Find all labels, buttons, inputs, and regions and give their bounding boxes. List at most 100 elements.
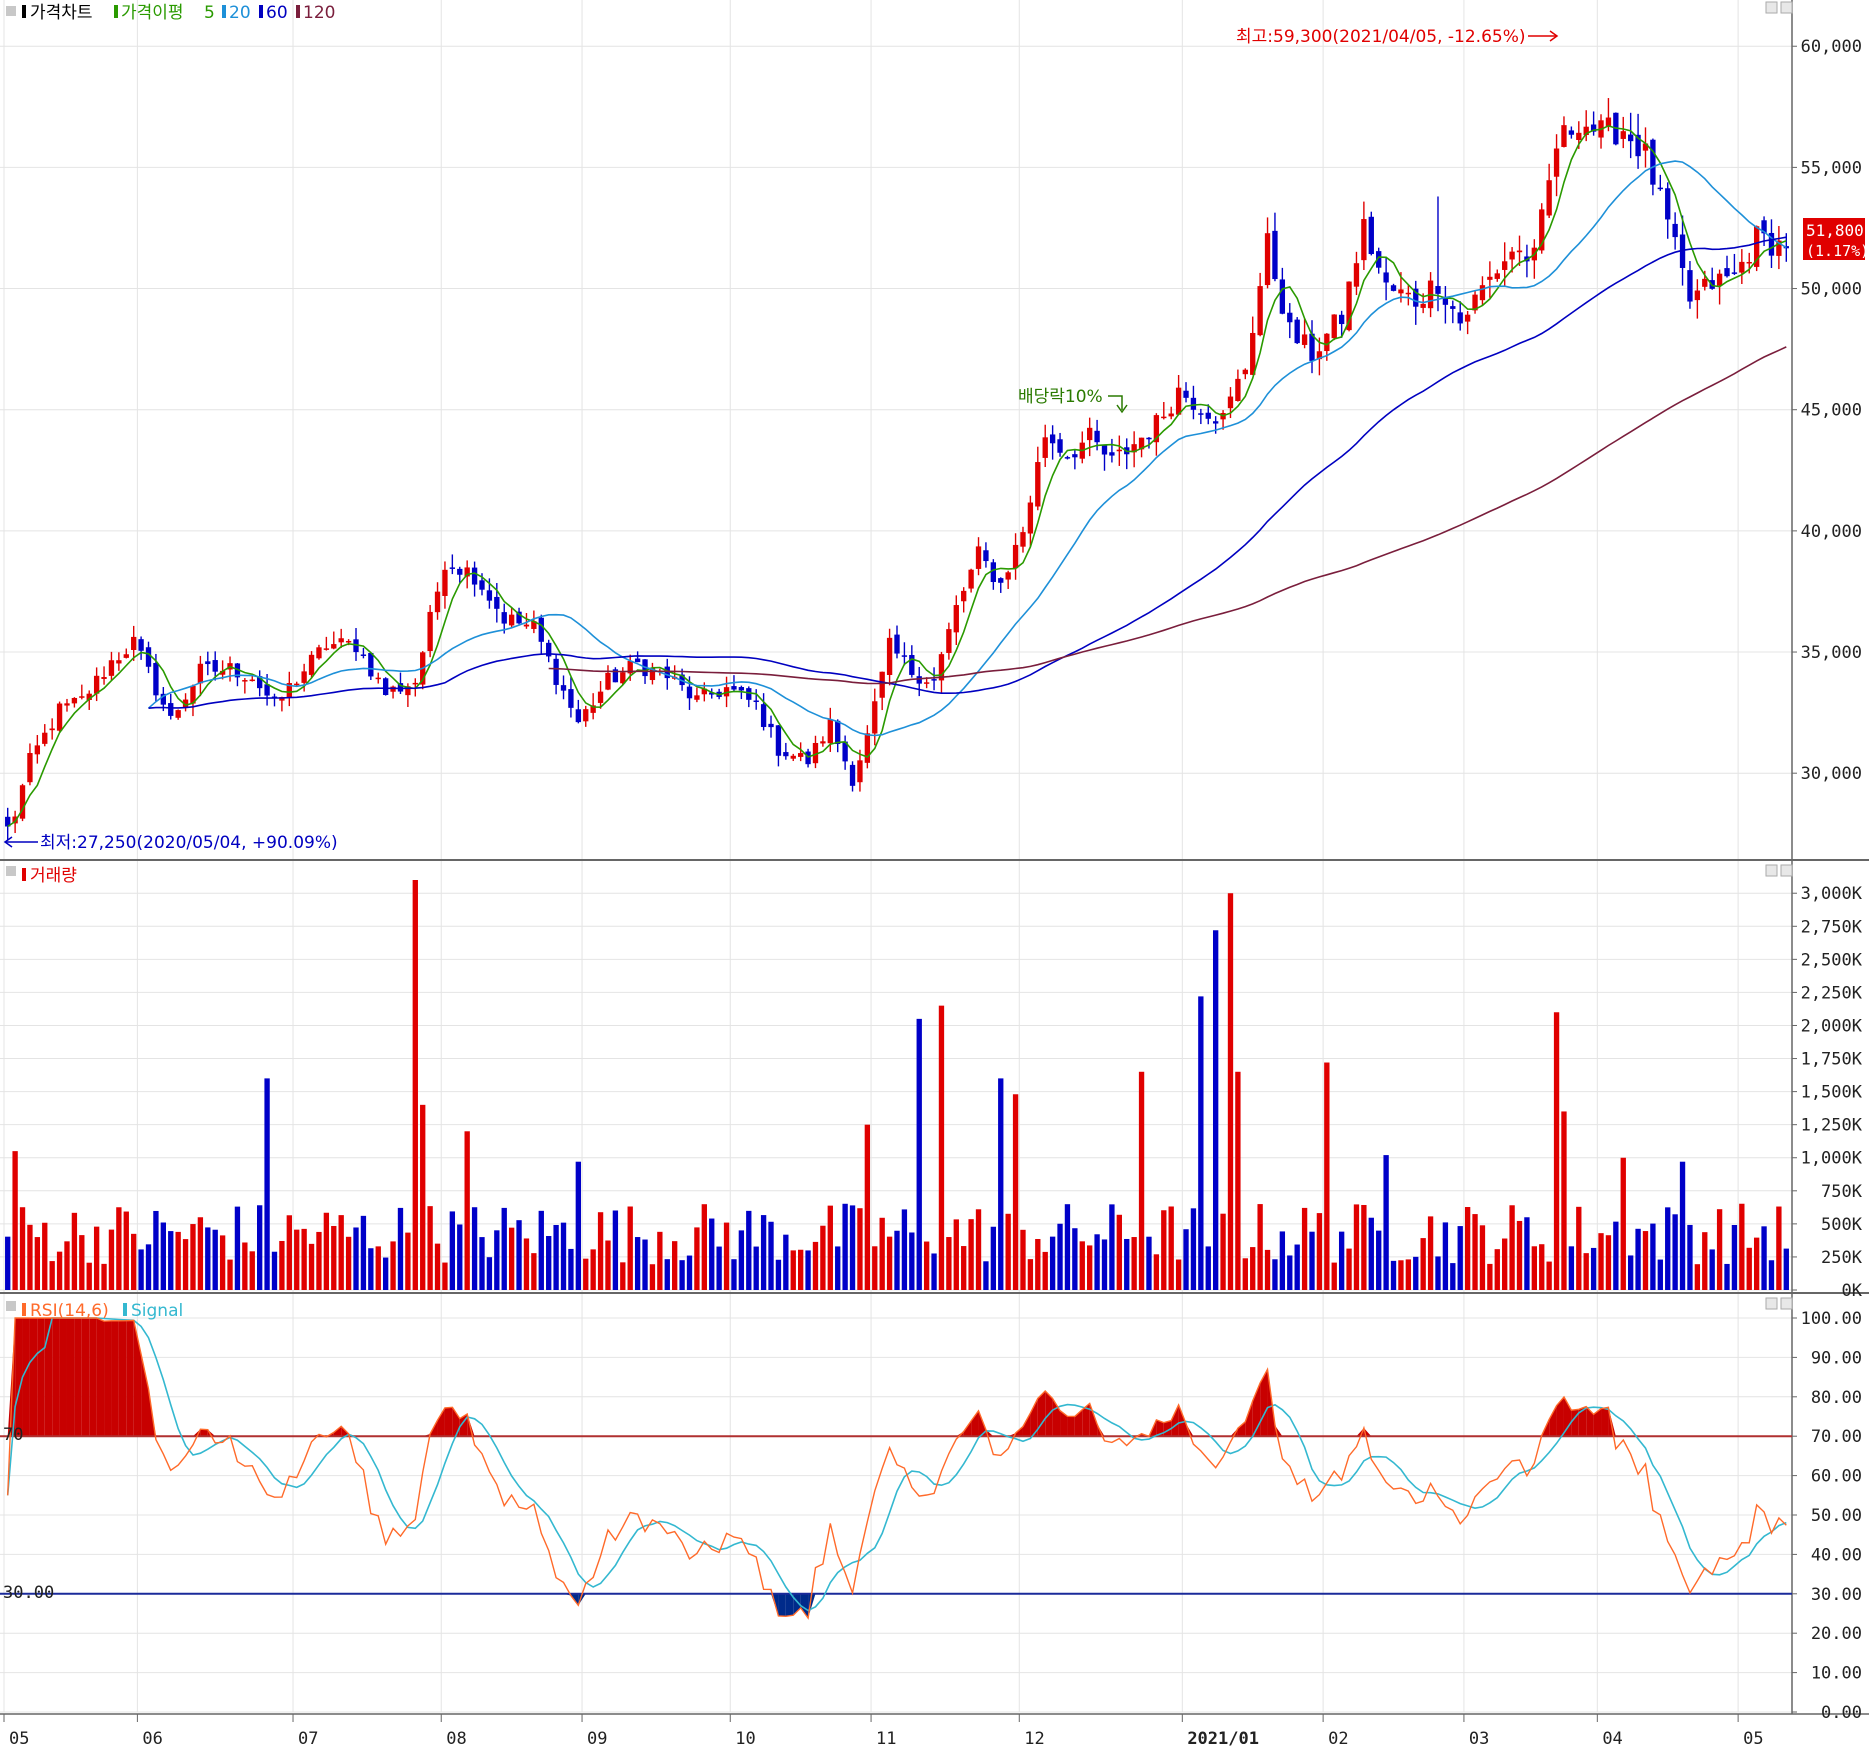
candle-body bbox=[849, 764, 856, 786]
rsi-overbought-fill bbox=[37, 1318, 45, 1437]
candle-body bbox=[412, 682, 418, 685]
rsi-tick-label: 20.00 bbox=[1811, 1624, 1862, 1644]
candle-body bbox=[338, 638, 344, 643]
panel-close-icon[interactable] bbox=[1780, 1297, 1793, 1310]
volume-bar bbox=[768, 1221, 774, 1290]
candle-body bbox=[1146, 437, 1152, 440]
volume-bar bbox=[738, 1230, 745, 1290]
candle-body bbox=[827, 719, 833, 744]
panel-minimize-icon[interactable] bbox=[1765, 1297, 1778, 1310]
volume-bar bbox=[1094, 1234, 1100, 1290]
volume-bar bbox=[1598, 1233, 1604, 1290]
volume-bar bbox=[1190, 1208, 1197, 1290]
candle-body bbox=[568, 689, 574, 708]
low-price-label: 최저:27,250(2020/05/04, +90.09%) bbox=[40, 833, 338, 853]
candle-body bbox=[1287, 312, 1293, 323]
candle-body bbox=[1212, 421, 1219, 424]
volume-bar bbox=[1153, 1254, 1160, 1290]
volume-bar bbox=[138, 1249, 144, 1290]
volume-bar bbox=[1235, 1071, 1241, 1290]
x-tick-label: 11 bbox=[876, 1729, 896, 1749]
panel-minimize-icon[interactable] bbox=[1765, 1, 1778, 14]
volume-bar bbox=[546, 1236, 552, 1290]
panel-menu-icon[interactable] bbox=[6, 866, 16, 876]
candle-body bbox=[1301, 334, 1308, 345]
volume-bar bbox=[1383, 1155, 1389, 1290]
candle-body bbox=[1116, 449, 1122, 452]
candle-body bbox=[1005, 572, 1011, 580]
volume-bar bbox=[486, 1257, 493, 1290]
volume-bar bbox=[531, 1253, 537, 1290]
candle-body bbox=[901, 655, 908, 657]
volume-bar bbox=[1287, 1255, 1293, 1290]
volume-bar bbox=[86, 1262, 92, 1290]
volume-bar bbox=[1487, 1263, 1493, 1290]
volume-bar bbox=[679, 1260, 685, 1290]
volume-bar bbox=[1361, 1204, 1367, 1290]
rsi-overbought-fill bbox=[96, 1318, 105, 1437]
volume-bar bbox=[1731, 1225, 1738, 1290]
chart-canvas[interactable]: 60,000 55,000 50,000 45,000 40,000 35,000 30,0… bbox=[0, 0, 1869, 1749]
x-tick-label: 04 bbox=[1602, 1729, 1622, 1749]
volume-bar bbox=[323, 1212, 330, 1290]
volume-bar bbox=[783, 1234, 789, 1290]
volume-bar bbox=[131, 1233, 137, 1290]
volume-bar bbox=[753, 1246, 759, 1290]
volume-bar bbox=[1398, 1260, 1404, 1290]
volume-bar bbox=[1776, 1206, 1782, 1290]
volume-bar bbox=[71, 1212, 78, 1290]
volume-bar bbox=[1576, 1206, 1582, 1290]
rsi-tick-label: 0.00 bbox=[1821, 1703, 1862, 1723]
candle-body bbox=[1487, 276, 1493, 280]
volume-bar bbox=[612, 1210, 619, 1290]
candle-body bbox=[93, 675, 100, 694]
candle-body bbox=[797, 753, 804, 757]
volume-bar bbox=[1101, 1239, 1108, 1290]
volume-bar bbox=[812, 1241, 819, 1290]
volume-bar bbox=[219, 1235, 226, 1290]
volume-bar bbox=[345, 1236, 352, 1290]
candle-body bbox=[175, 710, 181, 718]
candle-body bbox=[857, 760, 863, 783]
candle-body bbox=[731, 686, 737, 690]
panel-minimize-icon[interactable] bbox=[1765, 864, 1778, 877]
x-tick-label: 09 bbox=[587, 1729, 607, 1749]
candle-body bbox=[783, 752, 789, 757]
candle-body bbox=[508, 614, 515, 626]
volume-bar bbox=[1524, 1217, 1530, 1290]
volume-bar bbox=[316, 1231, 322, 1290]
volume-bar bbox=[1212, 930, 1219, 1290]
volume-bar bbox=[1768, 1260, 1775, 1290]
candle-body bbox=[775, 725, 782, 756]
candle-body bbox=[1250, 332, 1256, 375]
candle-body bbox=[1257, 286, 1263, 336]
volume-bar bbox=[1694, 1264, 1701, 1290]
volume-bar bbox=[1709, 1249, 1715, 1290]
volume-bar bbox=[279, 1240, 285, 1290]
candle-body bbox=[360, 654, 367, 656]
candle-body bbox=[1235, 378, 1241, 401]
candle-body bbox=[1049, 434, 1056, 444]
price-legend: 가격차트 가격이평 5 20 60 120 bbox=[6, 3, 335, 23]
volume-bar bbox=[583, 1258, 589, 1290]
volume-bar bbox=[212, 1229, 218, 1290]
volume-bar bbox=[1079, 1241, 1085, 1290]
volume-bar bbox=[1457, 1226, 1463, 1290]
panel-menu-icon[interactable] bbox=[6, 6, 16, 16]
volume-bar bbox=[1146, 1236, 1152, 1290]
panel-close-icon[interactable] bbox=[1780, 1, 1793, 14]
volume-bar bbox=[998, 1078, 1004, 1290]
candle-body bbox=[1161, 416, 1167, 419]
volume-bar bbox=[716, 1246, 722, 1290]
panel-close-icon[interactable] bbox=[1780, 864, 1793, 877]
volume-bar bbox=[916, 1018, 922, 1290]
volume-bar bbox=[1568, 1246, 1575, 1290]
candle-body bbox=[1665, 188, 1671, 220]
volume-bar bbox=[1739, 1203, 1745, 1290]
volume-bar bbox=[1642, 1231, 1649, 1290]
panel-menu-icon[interactable] bbox=[6, 1301, 16, 1311]
volume-bar bbox=[597, 1212, 604, 1290]
candle-body bbox=[449, 567, 456, 569]
candle-body bbox=[1064, 457, 1071, 459]
price-tick-label: 50,000 bbox=[1801, 280, 1862, 300]
